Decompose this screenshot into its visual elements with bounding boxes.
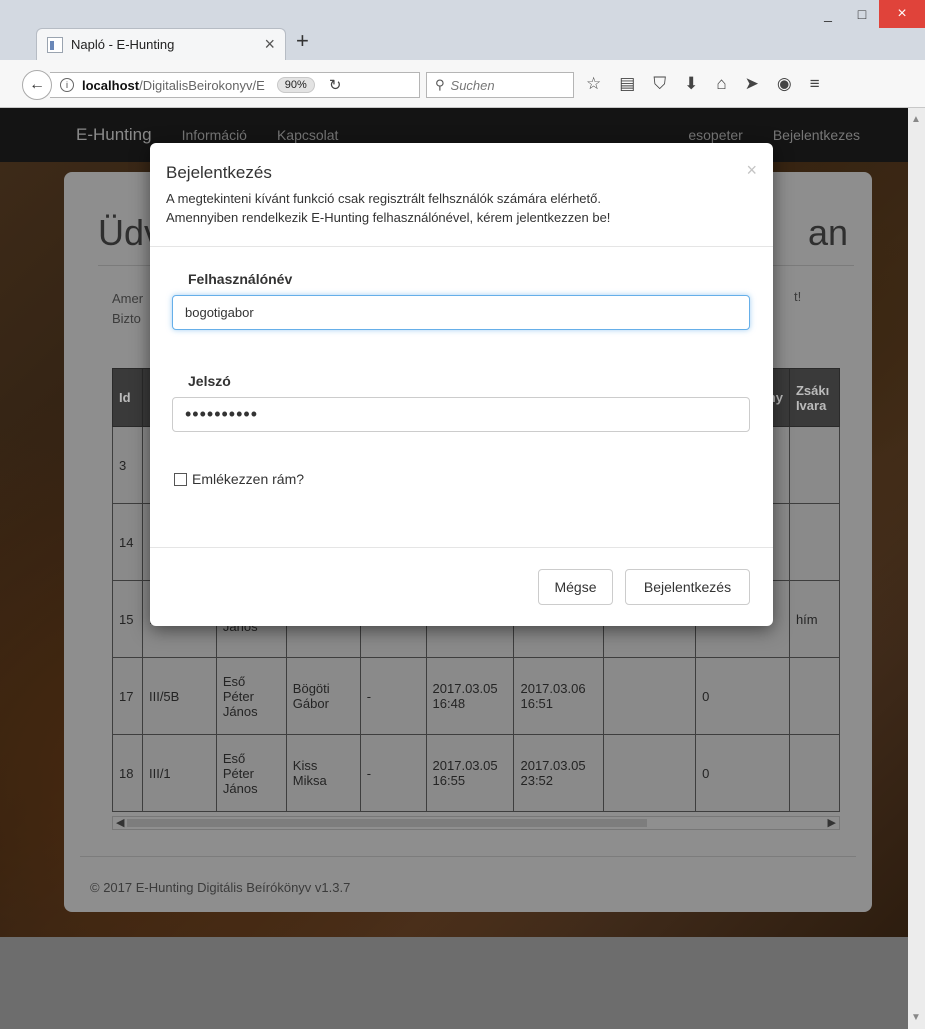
scroll-left-icon[interactable]: ◀ (116, 816, 124, 829)
table-cell: 2017.03.05 16:55 (425, 734, 515, 812)
site-info-icon[interactable]: i (60, 78, 74, 92)
table-cell (788, 734, 840, 812)
footer-divider (80, 856, 856, 857)
window-close-icon[interactable]: × (879, 0, 925, 28)
password-input[interactable]: •••••••••• (172, 397, 750, 432)
browser-navbar: i localhost/DigitalisBeirokonyv/E 90% ↻ … (0, 60, 925, 108)
table-cell: Bögöti Gábor (285, 657, 361, 735)
table-cell (603, 734, 697, 812)
search-icon: ⚲ (435, 77, 445, 92)
back-arrow-icon[interactable]: ← (22, 70, 52, 100)
table-cell (603, 657, 697, 735)
table-cell: Kiss Miksa (285, 734, 361, 812)
share-icon[interactable]: ➤ (745, 74, 759, 94)
browser-tab[interactable]: Napló - E-Hunting × (36, 28, 286, 60)
table-cell: 2017.03.06 16:51 (513, 657, 605, 735)
page-favicon-icon (47, 36, 63, 53)
column-header-sex[interactable]: Zsákı Ivara (788, 368, 840, 427)
scroll-down-icon[interactable]: ▼ (911, 1012, 921, 1023)
tab-close-icon[interactable]: × (264, 34, 275, 55)
table-cell: Eső Péter János (215, 657, 287, 735)
table-cell: - (359, 734, 427, 812)
modal-title: Bejelentkezés (166, 163, 272, 182)
search-input[interactable]: ⚲ Suchen (426, 72, 574, 98)
footer-copyright: © 2017 E-Hunting Digitális Beírókönyv v1… (90, 880, 351, 895)
site-brand[interactable]: E-Hunting (76, 125, 152, 145)
table-cell: 14 (112, 503, 143, 581)
table-row[interactable]: 17 III/5B Eső Péter János Bögöti Gábor -2017… (112, 657, 840, 735)
browser-titlebar: Napló - E-Hunting × + _ □ × (0, 0, 925, 60)
table-row[interactable]: 18 III/1 Eső Péter János Kiss Miksa -2017.03… (112, 734, 840, 812)
nav-link-contact[interactable]: Kapcsolat (277, 127, 338, 143)
table-cell: 2017.03.05 16:48 (425, 657, 515, 735)
table-cell (788, 426, 840, 504)
zoom-level-badge[interactable]: 90% (276, 77, 315, 93)
table-cell (788, 503, 840, 581)
intro-text-end: t! (794, 289, 802, 304)
toolbar-icons: ☆ ▤ ⛉ ⬇ ⌂ ➤ ◉ ≡ (586, 74, 820, 94)
address-bar[interactable]: i localhost/DigitalisBeirokonyv/E 90% ↻ (50, 72, 420, 98)
table-cell: - (359, 657, 427, 735)
pocket-icon[interactable]: ⛉ (653, 74, 666, 94)
search-placeholder: Suchen (450, 77, 495, 93)
remember-me[interactable]: Emlékezzen rám? (174, 471, 304, 487)
table-cell: 0 (695, 734, 790, 812)
page-heading-end: an (808, 212, 849, 253)
nav-link-user[interactable]: esopeter (688, 127, 742, 143)
password-label: Jelszó (188, 373, 231, 389)
remember-checkbox[interactable] (174, 472, 187, 486)
nav-link-information[interactable]: Információ (182, 127, 247, 143)
download-icon[interactable]: ⬇ (684, 74, 698, 94)
url-text: localhost/DigitalisBeirokonyv/E (82, 77, 265, 93)
sync-icon[interactable]: ◉ (777, 74, 792, 94)
table-cell: 17 (112, 657, 143, 735)
cancel-button[interactable]: Mégse (538, 569, 613, 605)
remember-label: Emlékezzen rám? (192, 471, 305, 487)
table-cell: hím (788, 580, 840, 658)
table-cell: III/5B (141, 657, 217, 735)
modal-header: Bejelentkezés × A megtekinteni kívánt fu… (150, 143, 773, 247)
username-input[interactable] (172, 295, 750, 330)
scroll-up-icon[interactable]: ▲ (911, 114, 921, 125)
table-cell (788, 657, 840, 735)
new-tab-icon[interactable]: + (296, 28, 309, 54)
horizontal-scrollbar[interactable]: ◀ ▶ (112, 816, 840, 830)
intro-text: Amer Bizto (112, 291, 144, 326)
vertical-scrollbar[interactable]: ▲ ▼ (908, 108, 925, 1029)
table-cell: 15 (112, 580, 143, 658)
table-cell: 2017.03.05 23:52 (513, 734, 605, 812)
reload-icon[interactable]: ↻ (329, 76, 342, 94)
modal-description: A megtekinteni kívánt funkció csak regis… (166, 191, 611, 225)
column-header-id[interactable]: Id (112, 368, 143, 427)
tab-title: Napló - E-Hunting (71, 37, 175, 52)
table-cell: 3 (112, 426, 143, 504)
table-cell: Eső Péter János (215, 734, 287, 812)
scroll-right-icon[interactable]: ▶ (828, 816, 836, 829)
login-modal: Bejelentkezés × A megtekinteni kívánt fu… (150, 143, 773, 626)
username-label: Felhasználónév (188, 271, 293, 287)
bookmark-star-icon[interactable]: ☆ (586, 74, 601, 94)
window-controls: _ □ × (811, 0, 925, 28)
table-cell: 18 (112, 734, 143, 812)
table-cell: 0 (695, 657, 790, 735)
minimize-icon[interactable]: _ (811, 0, 845, 28)
nav-link-login[interactable]: Bejelentkezes (773, 127, 860, 143)
scrollbar-thumb[interactable] (127, 819, 647, 827)
table-cell: III/1 (141, 734, 217, 812)
login-button[interactable]: Bejelentkezés (625, 569, 750, 605)
maximize-icon[interactable]: □ (845, 0, 879, 28)
menu-icon[interactable]: ≡ (810, 74, 820, 94)
modal-close-icon[interactable]: × (746, 160, 757, 181)
reading-list-icon[interactable]: ▤ (619, 74, 635, 94)
modal-footer: Mégse Bejelentkezés (150, 547, 773, 626)
home-icon[interactable]: ⌂ (716, 74, 726, 94)
